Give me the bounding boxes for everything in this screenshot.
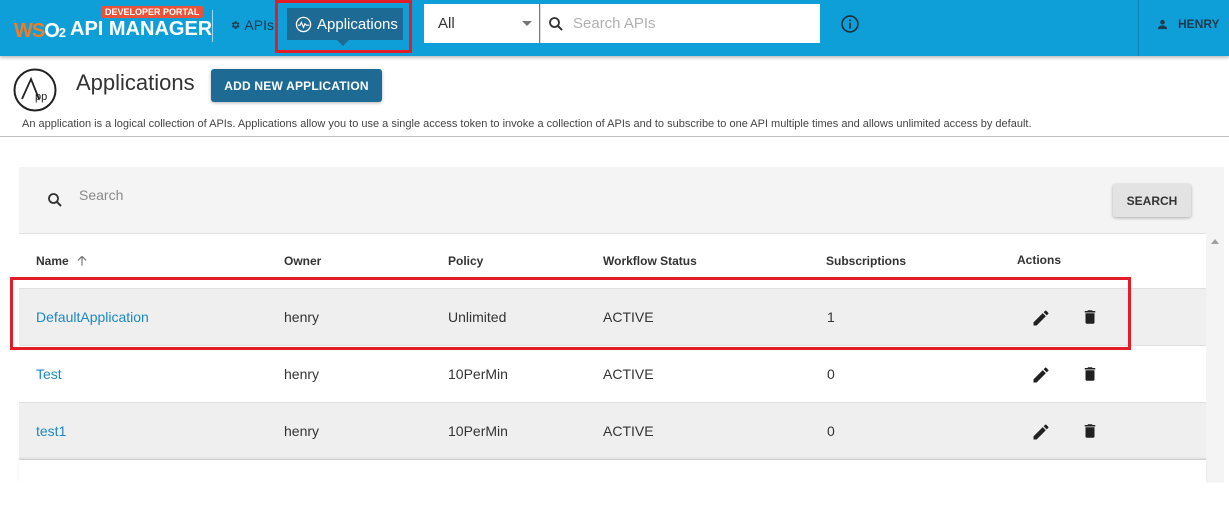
wso2-logo-text: WSO2 [14, 20, 66, 42]
header-divider [212, 10, 213, 42]
pencil-icon[interactable] [1031, 422, 1051, 442]
chevron-down-icon [522, 21, 532, 26]
column-header-name[interactable]: Name [36, 254, 89, 268]
table-scrollbar[interactable] [1206, 233, 1224, 483]
gear-icon [231, 21, 240, 29]
workflow-status-cell: ACTIVE [603, 366, 654, 382]
application-search-input[interactable] [79, 187, 379, 203]
scroll-up-arrow-icon[interactable] [1211, 239, 1219, 244]
person-icon [1157, 19, 1168, 29]
page-title: Applications [76, 70, 195, 95]
top-app-bar: DEVELOPER PORTAL WSO2 API MANAGER APIs A… [0, 0, 1229, 56]
application-name-link[interactable]: Test [36, 366, 62, 382]
page-description: An application is a logical collection o… [22, 118, 1032, 130]
info-icon[interactable] [840, 14, 860, 34]
trash-icon[interactable] [1081, 421, 1099, 441]
column-header-workflow-status[interactable]: Workflow Status [603, 254, 697, 268]
policy-cell: 10PerMin [448, 366, 508, 382]
owner-cell: henry [284, 366, 320, 382]
search-button[interactable]: SEARCH [1113, 184, 1191, 217]
application-name-link[interactable]: test1 [36, 423, 66, 439]
nav-apis-label: APIs [244, 17, 274, 33]
search-scope-select[interactable]: All [424, 4, 539, 43]
table-row: Test henry 10PerMin ACTIVE 0 [19, 346, 1206, 403]
table-toolbar: SEARCH [19, 167, 1224, 233]
api-search-input[interactable] [573, 15, 803, 32]
developer-portal-badge: DEVELOPER PORTAL [101, 6, 204, 18]
trash-icon[interactable] [1081, 364, 1099, 384]
column-header-actions: Actions [1017, 253, 1062, 267]
search-icon [549, 16, 563, 31]
highlight-default-application-row [10, 277, 1131, 350]
workflow-status-cell: ACTIVE [603, 423, 654, 439]
user-name: HENRY [1178, 17, 1220, 31]
svg-text:pp: pp [35, 91, 47, 103]
column-header-subscriptions[interactable]: Subscriptions [826, 254, 906, 268]
user-menu[interactable]: HENRY [1157, 17, 1220, 31]
subscriptions-cell: 0 [827, 366, 835, 382]
highlight-nav-applications [275, 0, 412, 53]
header-divider-right [1138, 0, 1139, 56]
add-new-application-button[interactable]: ADD NEW APPLICATION [211, 69, 382, 102]
api-search-box [540, 4, 820, 43]
divider [0, 136, 1229, 137]
policy-cell: 10PerMin [448, 423, 508, 439]
column-header-policy[interactable]: Policy [448, 254, 483, 268]
owner-cell: henry [284, 423, 320, 439]
table-footer [19, 459, 1206, 483]
nav-apis[interactable]: APIs [230, 14, 274, 36]
applications-logo-icon: pp [13, 68, 57, 112]
pencil-icon[interactable] [1031, 365, 1051, 385]
search-scope-value: All [438, 15, 455, 32]
wso2-api-manager-logo[interactable]: DEVELOPER PORTAL WSO2 API MANAGER [12, 6, 212, 50]
subscriptions-cell: 0 [827, 423, 835, 439]
search-icon [48, 193, 62, 207]
column-header-owner[interactable]: Owner [284, 254, 321, 268]
arrow-up-icon [77, 255, 87, 266]
table-row: test1 henry 10PerMin ACTIVE 0 [19, 403, 1206, 460]
product-name: API MANAGER [70, 18, 213, 40]
